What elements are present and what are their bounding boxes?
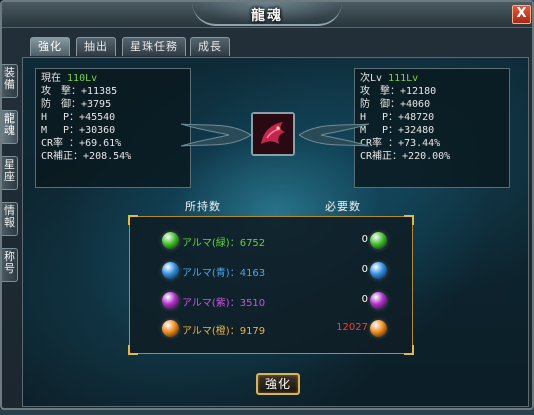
title-bar[interactable]: 龍魂 X <box>2 2 532 28</box>
side-tab-label: 備 <box>4 78 15 91</box>
required-column-label: 必要数 <box>325 200 361 213</box>
gold-corner <box>404 215 414 225</box>
tab-star-orb-quest[interactable]: 星珠任務 <box>122 37 186 56</box>
alma-required-orange: 12027 <box>336 322 368 333</box>
side-tab-title[interactable]: 称 号 <box>2 248 18 282</box>
next-stat-defense: 防 御：+4060 <box>360 99 431 110</box>
tab-growth[interactable]: 成長 <box>190 37 230 56</box>
content-panel: 現在 110Lv 攻 撃：+11385 防 御：+3795 H P：+45540… <box>22 57 529 407</box>
current-stat-hp: H P：+45540 <box>41 112 116 123</box>
dragon-soul-window: 龍魂 X 装 備 龍 魂 星 座 情 報 称 号 強化 抽出 星珠任務 成長 現… <box>0 0 534 410</box>
alma-owned-orange: アルマ(橙)：9179 <box>182 326 266 337</box>
strengthen-button[interactable]: 強化 <box>256 373 300 395</box>
green-alma-orb-icon <box>370 232 387 249</box>
side-tab-constellation[interactable]: 星 座 <box>2 156 18 190</box>
next-stat-attack: 攻 撃：+12180 <box>360 86 437 97</box>
alma-row-purple: アルマ(紫)：3510 0 <box>130 292 414 312</box>
alma-owned-blue: アルマ(青)：4163 <box>182 268 266 279</box>
side-tab-label: 魂 <box>4 124 15 137</box>
current-stat-crit-rate: CR率 ：+69.61% <box>41 138 122 149</box>
left-wing-ornament <box>181 123 251 147</box>
alma-required-blue: 0 <box>361 264 368 275</box>
right-wing-ornament <box>299 123 369 147</box>
owned-column-label: 所持数 <box>185 200 221 213</box>
next-header: 次Lv 111Lv <box>360 72 504 85</box>
close-button[interactable]: X <box>512 5 531 24</box>
current-level: 110Lv <box>67 73 98 84</box>
blue-alma-orb-icon <box>370 262 387 279</box>
alma-row-blue: アルマ(青)：4163 0 <box>130 262 414 282</box>
next-stat-hp: H P：+48720 <box>360 112 435 123</box>
purple-alma-orb-icon <box>162 292 179 309</box>
alma-owned-purple: アルマ(紫)：3510 <box>182 298 266 309</box>
side-tab-label: 号 <box>4 262 15 275</box>
alma-requirement-box: アルマ(緑)：6752 0 アルマ(青)：4163 0 アルマ(紫)：3510 … <box>128 215 414 355</box>
orange-alma-orb-icon <box>162 320 179 337</box>
current-stats-box: 現在 110Lv 攻 撃：+11385 防 御：+3795 H P：+45540… <box>35 68 191 188</box>
current-stat-crit-bonus: CR補正：+208.54% <box>41 151 132 162</box>
current-stat-defense: 防 御：+3795 <box>41 99 112 110</box>
dragon-emblem-icon[interactable] <box>251 112 295 156</box>
gold-corner <box>128 345 138 355</box>
next-label: 次Lv <box>360 73 383 84</box>
side-tab-dragon-soul[interactable]: 龍 魂 <box>2 110 18 144</box>
next-stat-crit-bonus: CR補正：+220.00% <box>360 151 451 162</box>
next-stat-mp: M P：+32480 <box>360 125 435 136</box>
blue-alma-orb-icon <box>162 262 179 279</box>
alma-row-green: アルマ(緑)：6752 0 <box>130 232 414 252</box>
window-title: 龍魂 <box>251 8 283 24</box>
alma-required-green: 0 <box>361 234 368 245</box>
orange-alma-orb-icon <box>370 320 387 337</box>
gold-corner <box>404 345 414 355</box>
current-stat-attack: 攻 撃：+11385 <box>41 86 118 97</box>
side-tab-equipment[interactable]: 装 備 <box>2 64 18 98</box>
side-tab-label: 報 <box>4 216 15 229</box>
next-stat-crit-rate: CR率 ：+73.44% <box>360 138 441 149</box>
current-label: 現在 <box>41 73 61 84</box>
side-tab-label: 座 <box>4 170 15 183</box>
alma-required-purple: 0 <box>361 294 368 305</box>
current-stat-mp: M P：+30360 <box>41 125 116 136</box>
tab-strengthen[interactable]: 強化 <box>30 37 70 56</box>
purple-alma-orb-icon <box>370 292 387 309</box>
tab-extract[interactable]: 抽出 <box>76 37 116 56</box>
green-alma-orb-icon <box>162 232 179 249</box>
alma-owned-green: アルマ(緑)：6752 <box>182 238 266 249</box>
gold-corner <box>128 215 138 225</box>
side-tab-info[interactable]: 情 報 <box>2 202 18 236</box>
alma-row-orange: アルマ(橙)：9179 12027 <box>130 320 414 340</box>
next-level: 111Lv <box>388 73 419 84</box>
current-header: 現在 110Lv <box>41 72 185 85</box>
next-stats-box: 次Lv 111Lv 攻 撃：+12180 防 御：+4060 H P：+4872… <box>354 68 510 188</box>
